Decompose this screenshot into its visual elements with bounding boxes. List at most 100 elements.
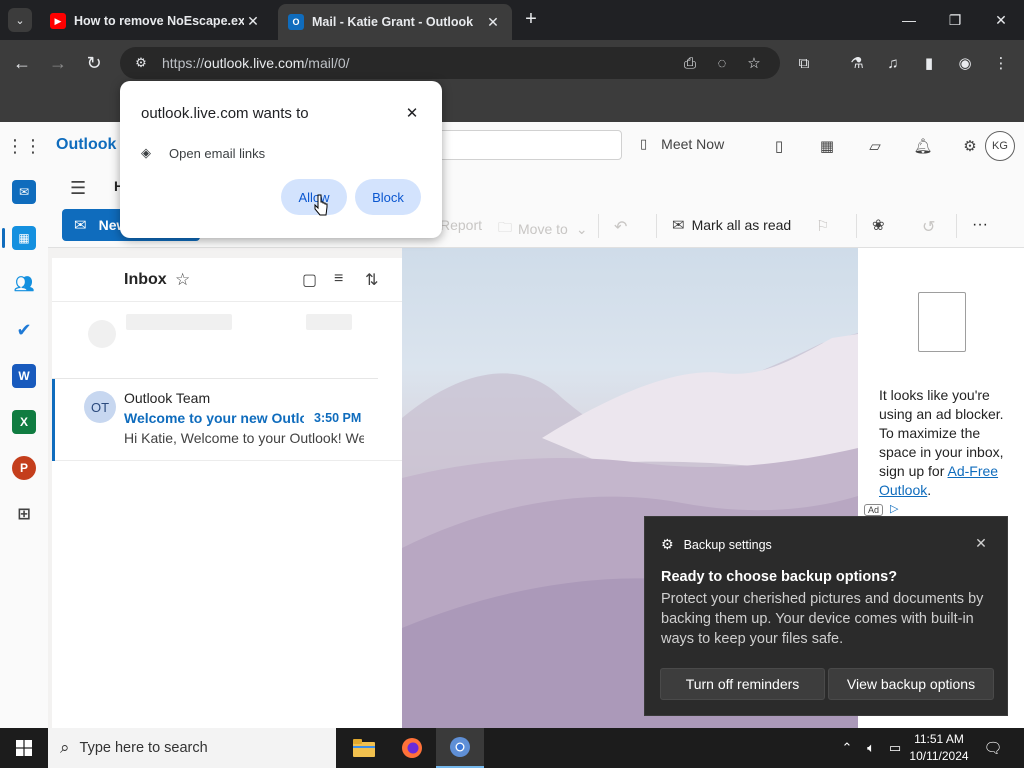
sender-avatar: OT [84, 391, 116, 423]
message-preview: Hi Katie, Welcome to your Outlook! We're… [124, 430, 364, 446]
chrome-icon[interactable] [436, 728, 484, 768]
prompt-title: outlook.live.com wants to [141, 105, 309, 122]
permission-request: ◈ Open email links [141, 145, 266, 161]
ribbon-divider [656, 214, 657, 238]
volume-muted-icon[interactable]: 🔈︎ [862, 739, 880, 757]
app-launcher-icon[interactable]: ⋮⋮ [6, 136, 42, 156]
reply-icon[interactable]: ↶ [614, 217, 627, 237]
view-backup-options-button[interactable]: View backup options [828, 668, 994, 700]
tab-outlook[interactable]: O Mail - Katie Grant - Outlook ✕ [278, 4, 512, 40]
report-button[interactable]: Report [440, 217, 482, 233]
mark-all-read-button[interactable]: ✉ Mark all as read [672, 216, 791, 234]
new-tab-icon[interactable]: + [520, 8, 542, 30]
toast-body: Protect your cherished pictures and docu… [661, 591, 984, 647]
block-button[interactable]: Block [355, 179, 421, 215]
tab-title: How to remove NoEscape.exe [74, 14, 244, 28]
network-icon[interactable]: ▭ [886, 739, 904, 757]
tab-youtube[interactable]: ▶ How to remove NoEscape.exe ✕ [40, 6, 272, 36]
start-button[interactable] [0, 728, 48, 768]
browser-tab-bar: ⌄ ▶ How to remove NoEscape.exe ✕ O Mail … [0, 0, 1024, 40]
sort-icon[interactable]: ⇅ [365, 270, 378, 290]
reload-icon[interactable]: ↻ [81, 50, 107, 76]
settings-gear-icon[interactable]: ⚙ [959, 135, 981, 157]
calendar-icon[interactable]: ▦ [12, 226, 36, 250]
loading-placeholder [88, 320, 116, 348]
unread-indicator [52, 379, 55, 461]
device-icon[interactable]: ▯ [768, 135, 790, 157]
side-panel-icon[interactable]: ▮ [918, 52, 940, 74]
tray-overflow-chevron-icon[interactable]: ⌃ [838, 739, 856, 757]
clock-time: 11:51 AM [914, 732, 964, 746]
bookmark-star-icon[interactable]: ☆ [743, 52, 765, 74]
row-divider [52, 378, 378, 379]
undo-icon[interactable]: ↺ [922, 217, 935, 237]
tab-title: Mail - Katie Grant - Outlook [312, 15, 474, 29]
excel-icon[interactable]: X [12, 410, 36, 434]
my-day-icon[interactable]: ▱ [864, 135, 886, 157]
firefox-icon[interactable] [388, 728, 436, 768]
media-control-icon[interactable]: ♫ [882, 52, 904, 74]
word-icon[interactable]: W [12, 364, 36, 388]
settings-gear-icon: ⚙ [661, 536, 674, 552]
extensions-icon[interactable]: ⧉ [793, 52, 815, 74]
more-apps-icon[interactable]: ⊞ [12, 502, 36, 526]
todo-check-icon[interactable]: ✔ [12, 318, 36, 342]
site-settings-icon[interactable]: ⚙ [126, 51, 156, 75]
word-office-icon[interactable]: ▦ [816, 135, 838, 157]
select-checkbox-icon[interactable]: ▢ [302, 270, 317, 290]
filter-icon[interactable]: ≡ [334, 270, 343, 288]
toast-title: Ready to choose backup options? [661, 569, 898, 585]
tab-close-icon[interactable]: ✕ [484, 13, 502, 31]
ribbon-divider [598, 214, 599, 238]
labs-icon[interactable]: ⚗ [846, 52, 868, 74]
tab-close-icon[interactable]: ✕ [244, 12, 262, 30]
permission-prompt: outlook.live.com wants to ✕ ◈ Open email… [120, 81, 442, 238]
tab-search-icon[interactable]: ⌄ [8, 8, 32, 32]
minimize-icon[interactable]: — [886, 6, 932, 34]
taskbar-search-input[interactable]: ⌕ Type here to search [48, 728, 336, 768]
message-row[interactable]: OT Outlook Team Welcome to your new Outl… [52, 378, 402, 461]
toast-close-icon[interactable]: ✕ [971, 533, 991, 553]
notification-center-icon[interactable]: 🗨︎ [983, 739, 1002, 757]
back-icon[interactable]: ← [9, 50, 35, 76]
search-input[interactable] [420, 130, 622, 160]
adchoices-icon[interactable]: ▷ [890, 502, 898, 515]
more-options-icon[interactable]: ··· [972, 216, 988, 234]
folder-move-icon: 🗀︎ [498, 219, 512, 235]
notifications-bell-icon[interactable]: 🔔︎ [912, 135, 934, 157]
folder-title: Inbox [124, 271, 167, 288]
immersive-reader-icon[interactable]: ❀ [872, 216, 885, 234]
menu-kebab-icon[interactable]: ⋮ [990, 52, 1012, 74]
hamburger-menu-icon[interactable]: ☰ [70, 178, 86, 199]
meet-now-button[interactable]: ▯ Meet Now [640, 136, 724, 152]
close-window-icon[interactable]: ✕ [978, 6, 1024, 34]
ad-badge: Ad [864, 504, 884, 516]
clock-date: 10/11/2024 [909, 749, 969, 763]
app-rail: ✉ ▦ 👥︎ ✔ W X P ⊞ [0, 170, 48, 728]
move-to-button[interactable]: 🗀︎ Move to ⌄ [498, 217, 588, 241]
forward-icon[interactable]: → [45, 50, 71, 76]
tracking-eye-icon[interactable]: ◌ [711, 52, 733, 74]
outlook-brand[interactable]: Outlook [56, 136, 116, 154]
account-avatar[interactable]: KG [985, 131, 1015, 161]
favorite-star-icon[interactable]: ☆ [175, 270, 190, 290]
youtube-icon: ▶ [50, 13, 66, 29]
powerpoint-icon[interactable]: P [12, 456, 36, 480]
message-time: 3:50 PM [314, 411, 362, 425]
file-explorer-icon[interactable] [340, 728, 388, 768]
flag-icon[interactable]: ⚐ [816, 217, 829, 235]
prompt-close-icon[interactable]: ✕ [402, 103, 422, 123]
video-icon: ▯ [640, 136, 648, 151]
loading-placeholder [126, 314, 232, 330]
ribbon-divider [956, 214, 957, 238]
list-header: Inbox ☆ ▢ ≡ ⇅ [52, 258, 402, 302]
rail-selected-indicator [2, 228, 5, 248]
profile-icon[interactable]: ◉ [954, 52, 976, 74]
install-app-icon[interactable]: ⎙ [679, 52, 701, 74]
mail-icon[interactable]: ✉ [12, 180, 36, 204]
toast-header: ⚙ Backup settings [661, 536, 772, 552]
system-clock[interactable]: 11:51 AM 10/11/2024 [906, 731, 972, 765]
people-icon[interactable]: 👥︎ [12, 272, 36, 296]
restore-icon[interactable]: ❐ [932, 6, 978, 34]
turn-off-reminders-button[interactable]: Turn off reminders [660, 668, 825, 700]
